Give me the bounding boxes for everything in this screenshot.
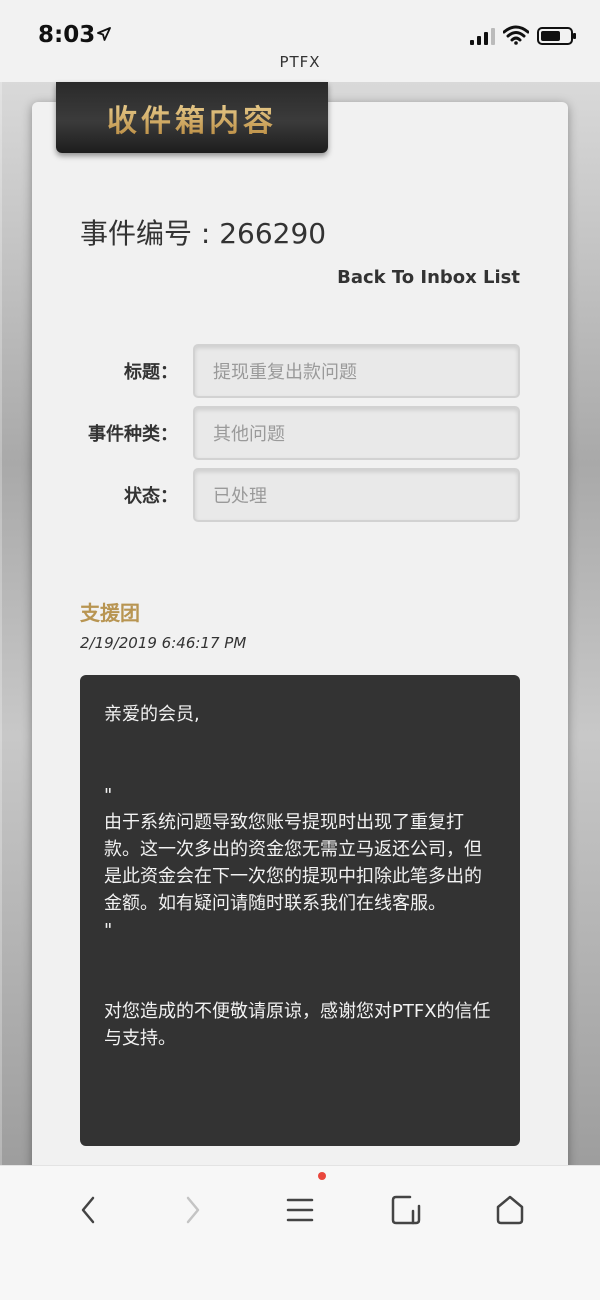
message-greeting: 亲爱的会员, — [104, 704, 200, 725]
menu-icon — [286, 1198, 314, 1222]
status-label: 状态： — [124, 486, 178, 507]
reply-message: 亲爱的会员, " 由于系统问题导致您账号提现时出现了重复打款。这一次多出的资金您… — [80, 675, 520, 1146]
site-title: PTFX — [279, 53, 321, 71]
location-arrow-icon — [97, 27, 111, 41]
message-closing: 对您造成的不便敬请原谅，感谢您对PTFX的信任与支持。 — [104, 1001, 491, 1049]
message-quote-open: " — [104, 785, 113, 806]
form-row-category: 事件种类： — [0, 406, 600, 460]
page-banner: 收件箱内容 — [56, 82, 328, 153]
form-row-status: 状态： — [0, 468, 600, 522]
back-button[interactable] — [66, 1188, 110, 1232]
back-icon — [81, 1196, 95, 1224]
notification-dot — [318, 1172, 326, 1180]
reply-timestamp: 2/19/2019 6:46:17 PM — [80, 634, 247, 652]
status-field[interactable] — [193, 468, 520, 522]
category-field[interactable] — [193, 406, 520, 460]
home-icon — [496, 1195, 524, 1225]
battery-icon — [537, 27, 576, 45]
forward-icon — [186, 1196, 200, 1224]
reply-author: 支援团 — [80, 601, 140, 625]
subject-field[interactable] — [193, 344, 520, 398]
tabs-button[interactable] — [384, 1188, 428, 1232]
cellular-signal-icon — [470, 28, 495, 45]
forward-button[interactable] — [171, 1188, 215, 1232]
browser-toolbar — [0, 1165, 600, 1300]
status-time: 8:03 — [38, 22, 96, 48]
subject-label: 标题： — [124, 362, 178, 383]
menu-button[interactable] — [278, 1188, 322, 1232]
message-body: 由于系统问题导致您账号提现时出现了重复打款。这一次多出的资金您无需立马返还公司，… — [104, 812, 482, 914]
back-to-inbox-link[interactable]: Back To Inbox List — [337, 267, 520, 288]
form-row-subject: 标题： — [0, 344, 600, 398]
tabs-icon — [391, 1195, 421, 1225]
home-button[interactable] — [488, 1188, 532, 1232]
status-bar: 8:03 PTFX — [0, 0, 600, 82]
banner-title: 收件箱内容 — [107, 96, 277, 140]
ticket-number: 事件编号 : 266290 — [80, 217, 327, 250]
category-label: 事件种类： — [88, 424, 178, 445]
wifi-icon — [503, 25, 529, 45]
message-quote-close: " — [104, 920, 113, 941]
